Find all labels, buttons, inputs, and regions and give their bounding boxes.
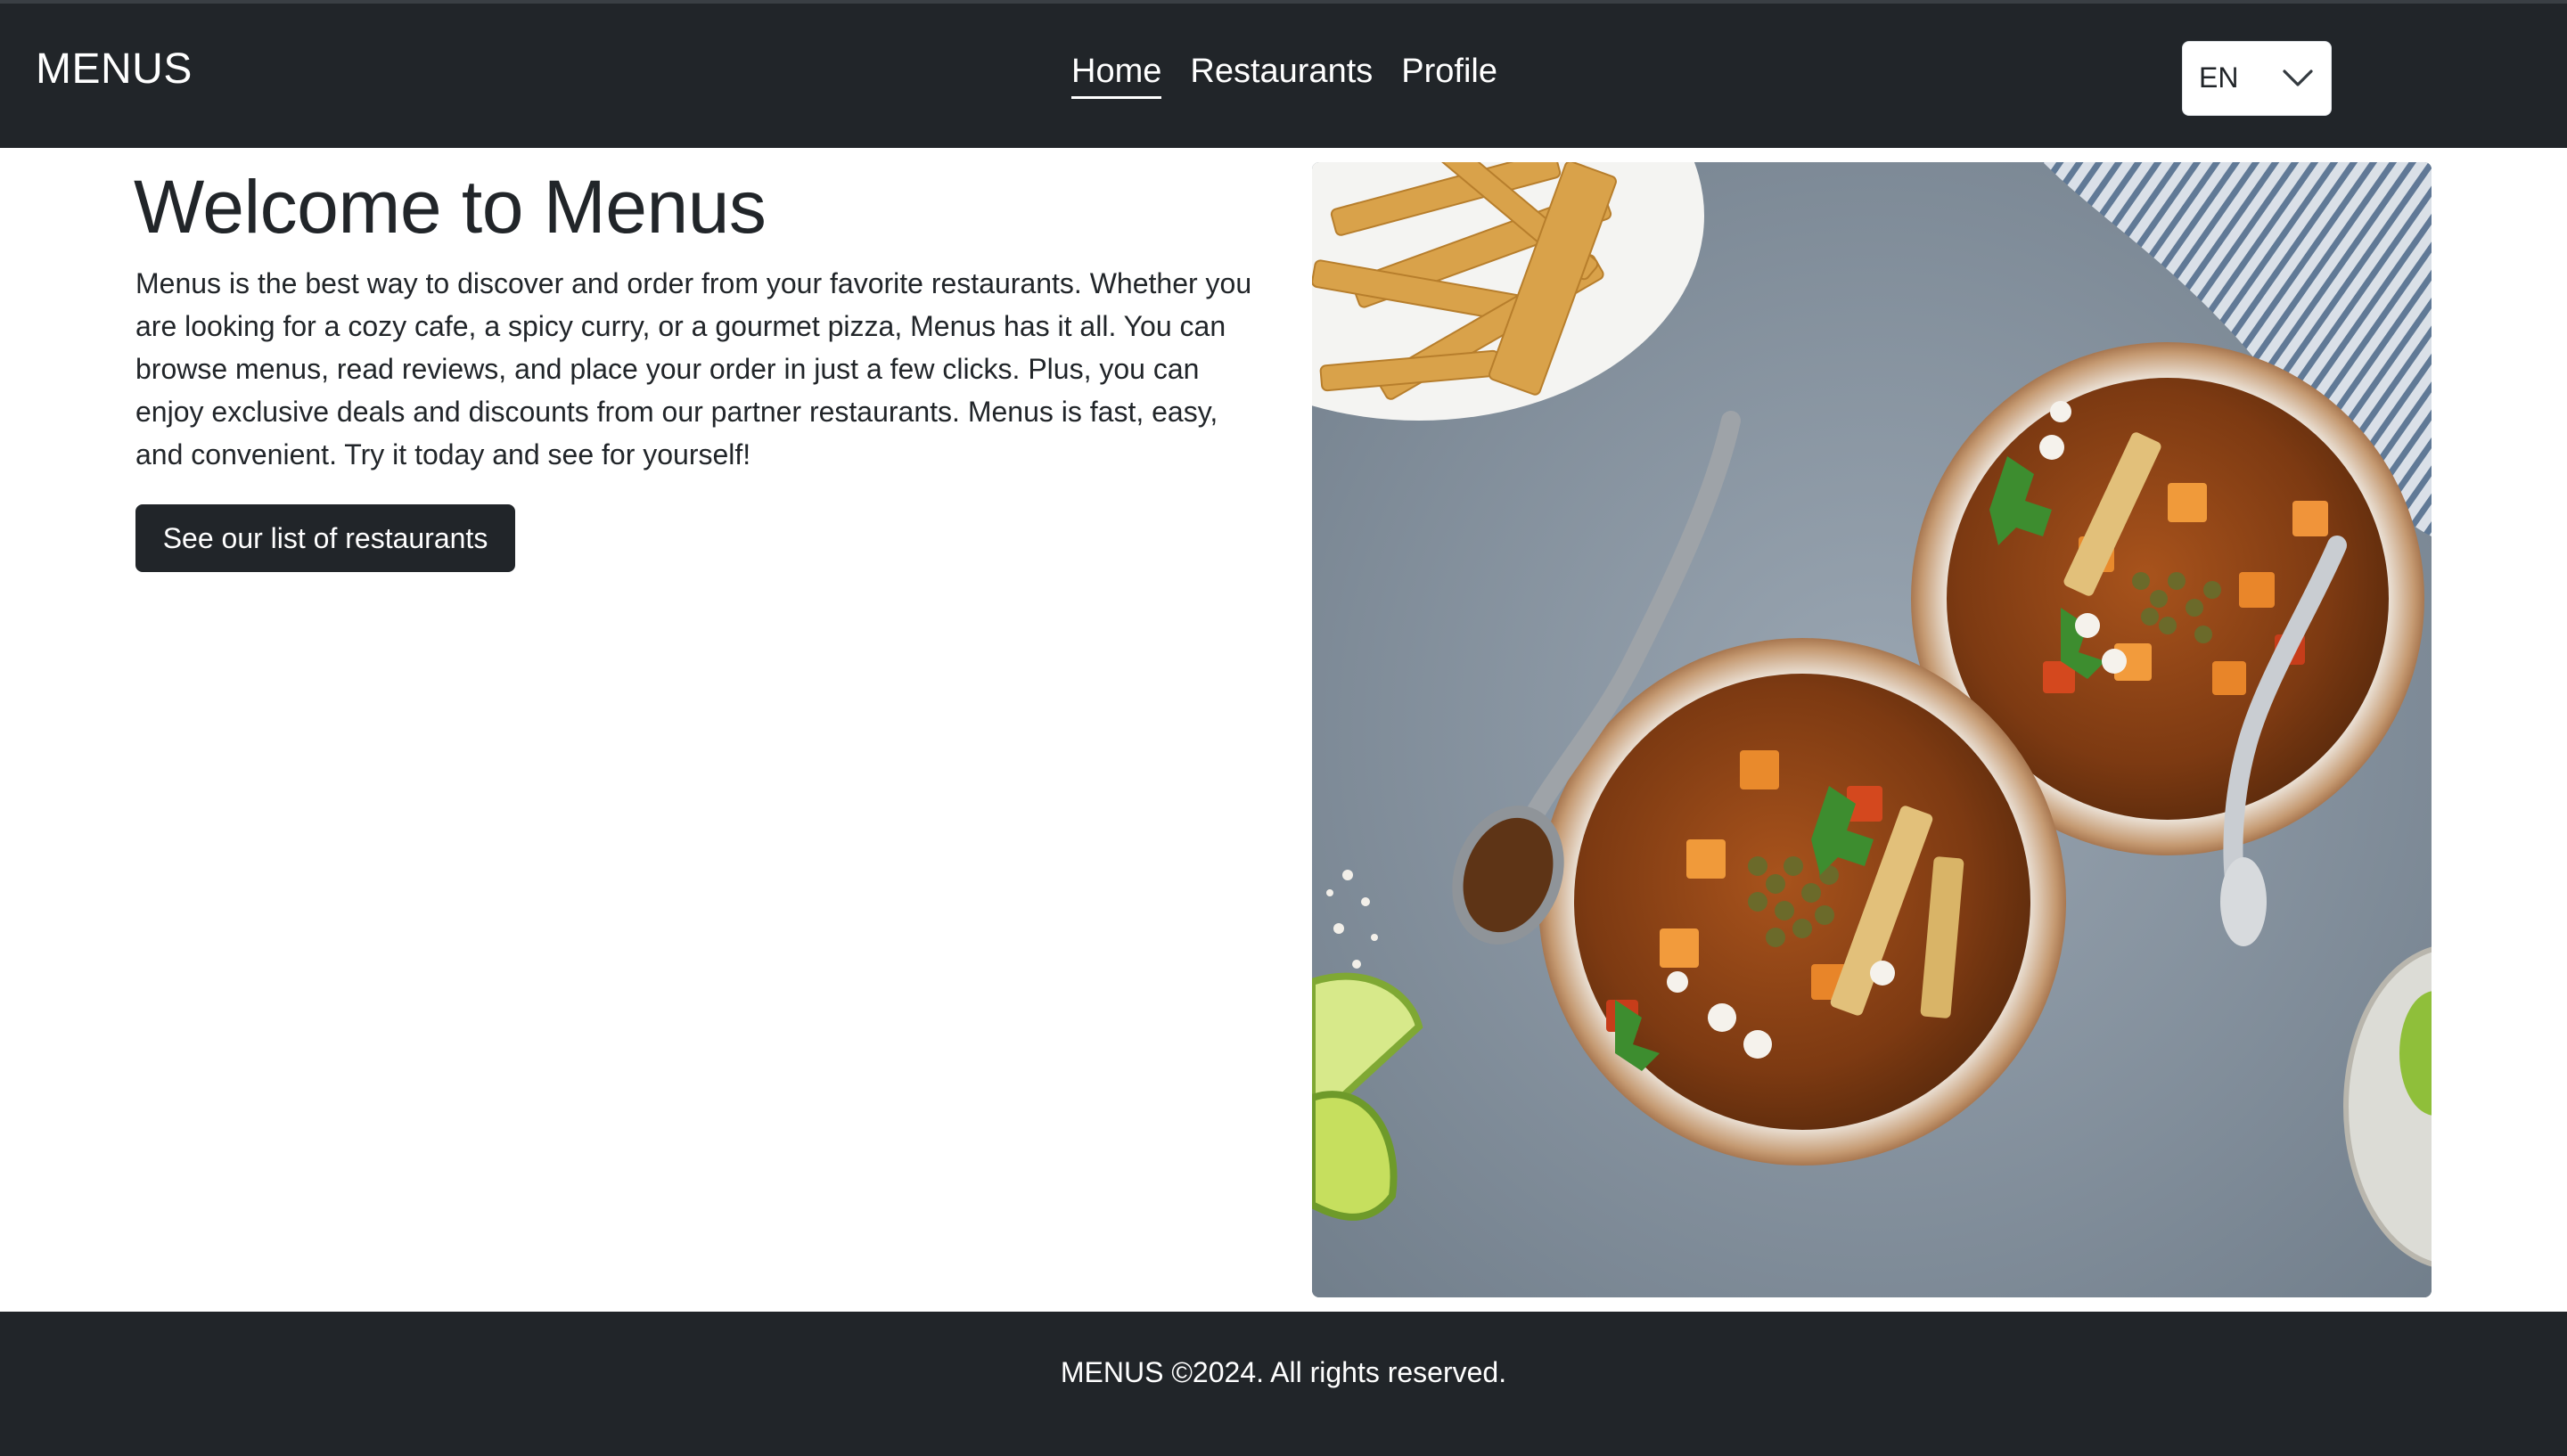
language-select[interactable]: EN [2182, 41, 2332, 116]
nav-links: Home Restaurants Profile [1071, 48, 1497, 99]
navbar: MENUS Home Restaurants Profile EN [0, 0, 2567, 148]
page-title: Welcome to Menus [134, 165, 767, 249]
hero-food-image [1312, 162, 2432, 1297]
nav-link-restaurants[interactable]: Restaurants [1190, 48, 1373, 96]
footer: MENUS ©2024. All rights reserved. [0, 1312, 2567, 1456]
see-restaurants-button[interactable]: See our list of restaurants [135, 504, 515, 572]
language-select-value: EN [2199, 61, 2239, 94]
footer-copyright: MENUS ©2024. All rights reserved. [1060, 1356, 1507, 1388]
nav-link-home[interactable]: Home [1071, 48, 1162, 99]
nav-link-profile[interactable]: Profile [1401, 48, 1497, 96]
intro-paragraph: Menus is the best way to discover and or… [135, 267, 1252, 470]
chevron-down-icon [2283, 70, 2313, 86]
brand-logo[interactable]: MENUS [36, 45, 193, 94]
